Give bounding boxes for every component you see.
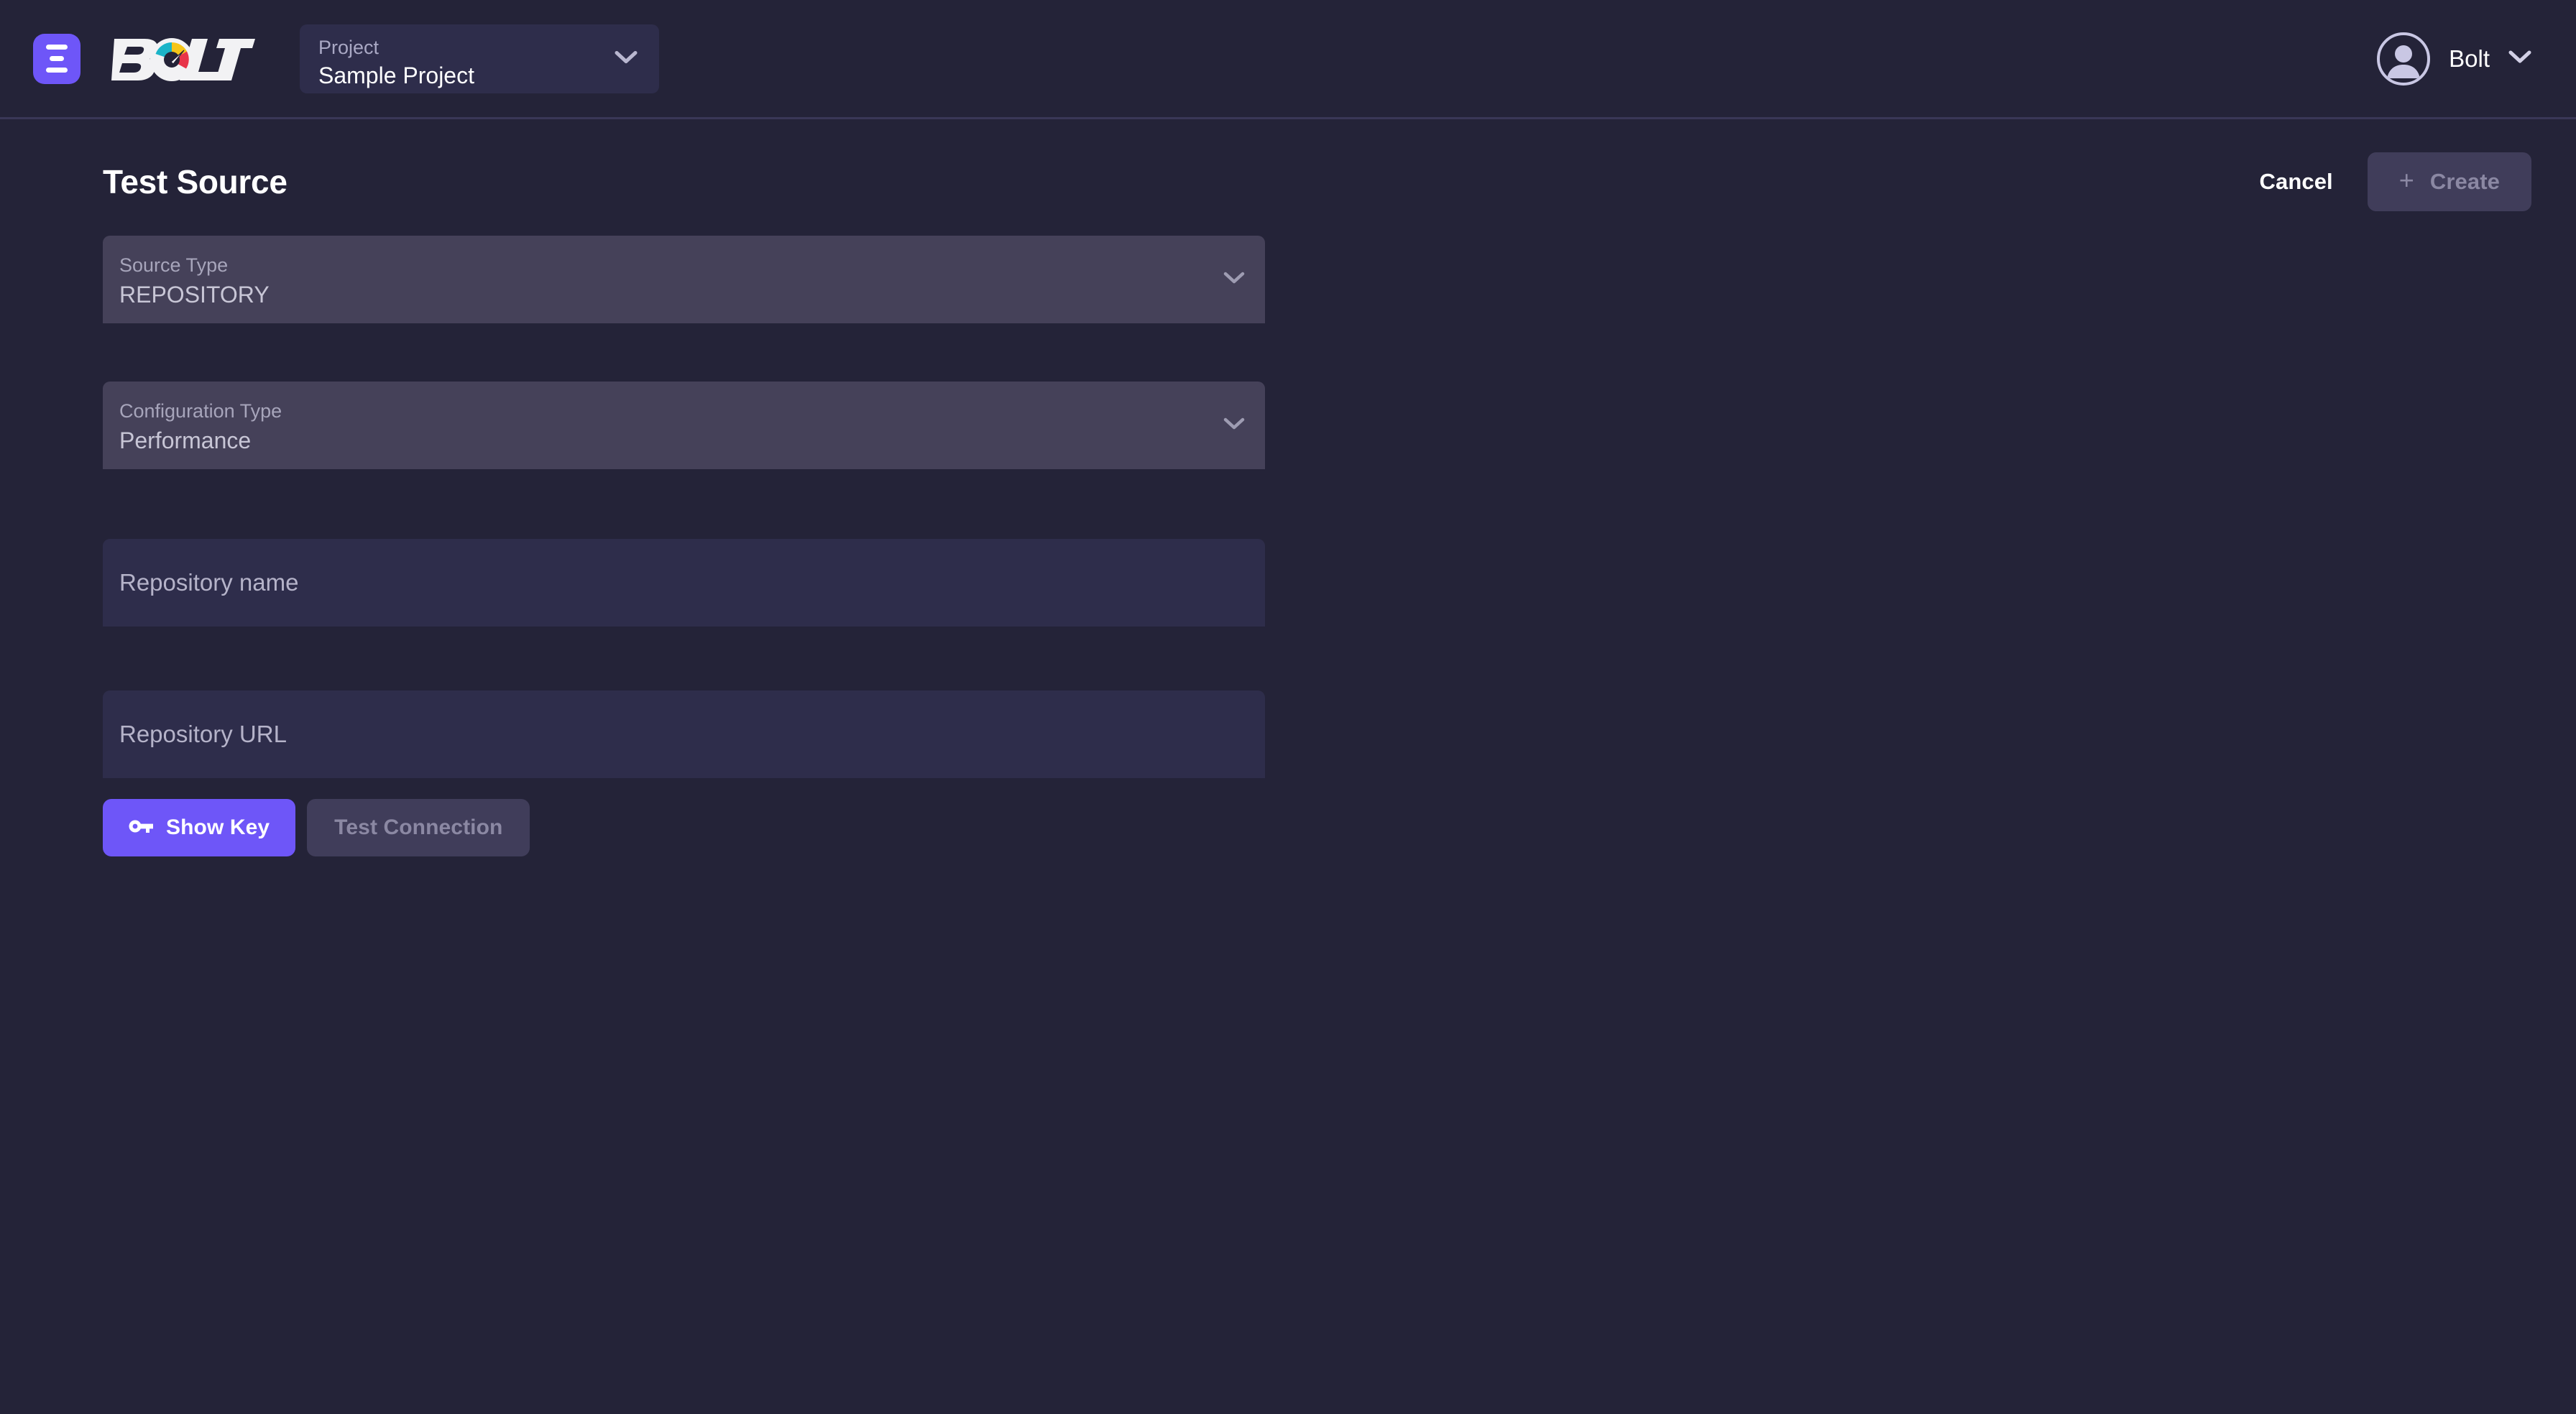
repository-url-input[interactable] bbox=[119, 721, 1248, 748]
show-key-label: Show Key bbox=[166, 815, 270, 839]
chevron-down-icon[interactable] bbox=[1223, 417, 1245, 434]
speedometer-gauge-icon bbox=[150, 37, 193, 81]
source-type-select[interactable]: Source Type REPOSITORY bbox=[103, 236, 1265, 323]
source-type-value: REPOSITORY bbox=[119, 282, 270, 308]
hamburger-bar-top bbox=[46, 45, 68, 50]
key-icon bbox=[129, 815, 153, 840]
source-form: Source Type REPOSITORY Configuration Typ… bbox=[0, 211, 1265, 856]
bolt-logo[interactable] bbox=[111, 33, 255, 85]
chevron-down-icon bbox=[615, 50, 638, 68]
app-header: Project Sample Project Bolt bbox=[0, 0, 2576, 119]
plus-icon: + bbox=[2398, 165, 2414, 195]
page-title-row: Test Source Cancel + Create bbox=[0, 119, 2576, 211]
form-gap-1 bbox=[103, 323, 1265, 382]
repository-name-field[interactable] bbox=[103, 539, 1265, 627]
repository-url-field[interactable] bbox=[103, 690, 1265, 778]
cancel-button[interactable]: Cancel bbox=[2255, 156, 2337, 208]
chevron-down-icon bbox=[2508, 50, 2531, 68]
show-key-button[interactable]: Show Key bbox=[103, 799, 296, 856]
page-title: Test Source bbox=[103, 163, 288, 200]
hamburger-menu-icon[interactable] bbox=[33, 33, 80, 84]
user-menu[interactable]: Bolt bbox=[2377, 32, 2531, 86]
configuration-type-label: Configuration Type bbox=[119, 400, 282, 422]
configuration-type-value: Performance bbox=[119, 428, 252, 454]
hamburger-bar-middle bbox=[50, 56, 64, 61]
user-avatar-icon bbox=[2377, 32, 2431, 86]
chevron-down-icon[interactable] bbox=[1223, 271, 1245, 288]
project-selector-label: Project bbox=[318, 36, 380, 58]
user-name: Bolt bbox=[2449, 45, 2490, 72]
create-button-label: Create bbox=[2429, 169, 2500, 194]
bolt-wordmark-icon bbox=[111, 37, 255, 81]
form-gap-2 bbox=[103, 469, 1265, 539]
source-type-label: Source Type bbox=[119, 254, 229, 276]
test-connection-label: Test Connection bbox=[334, 815, 503, 839]
connection-button-row: Show Key Test Connection bbox=[103, 799, 1265, 856]
page-actions: Cancel + Create bbox=[2255, 152, 2531, 211]
test-connection-button[interactable]: Test Connection bbox=[307, 799, 530, 856]
create-button[interactable]: + Create bbox=[2367, 152, 2531, 211]
repository-name-input[interactable] bbox=[119, 569, 1248, 596]
form-gap-3 bbox=[103, 627, 1265, 690]
project-selector-value: Sample Project bbox=[318, 62, 474, 88]
hamburger-bar-bottom bbox=[46, 68, 68, 73]
project-selector[interactable]: Project Sample Project bbox=[300, 24, 659, 93]
configuration-type-select[interactable]: Configuration Type Performance bbox=[103, 382, 1265, 469]
